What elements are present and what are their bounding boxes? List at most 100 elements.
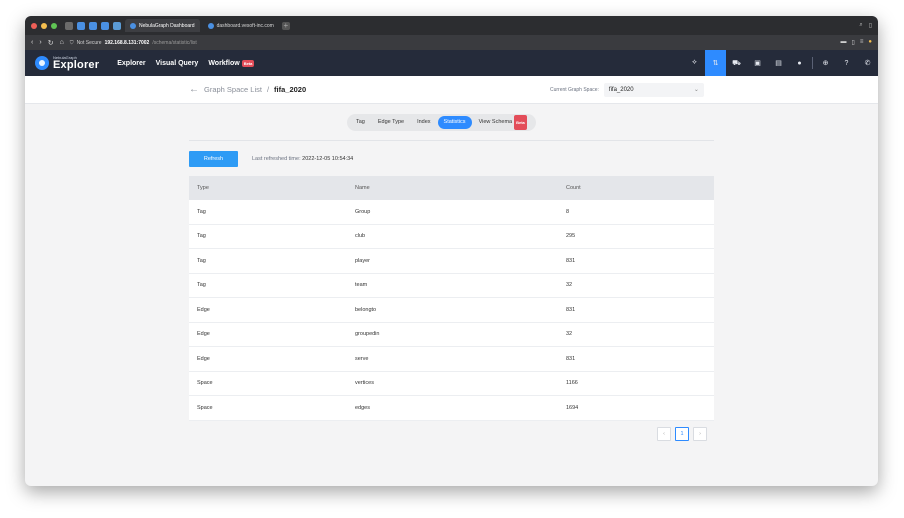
schema-icon[interactable]: ⇅ <box>705 50 726 76</box>
cell-type: Tag <box>197 257 206 264</box>
browser-tab[interactable]: NebulaGraph Dashboard <box>125 19 200 32</box>
space-selector-label: Current Graph Space: <box>550 86 599 93</box>
language-icon[interactable]: ⊕ <box>815 50 836 76</box>
url-host: 192.168.8.131:7002 <box>104 39 150 46</box>
table-row: Tag team 32 <box>189 273 714 298</box>
tab-index[interactable]: Index <box>411 116 436 129</box>
space-select-value: fifa_2020 <box>608 86 634 93</box>
cell-count: 8 <box>566 208 570 215</box>
pinned-tab-icon[interactable] <box>101 21 109 30</box>
browser-tab[interactable]: dashboard.vesoft-inc.com <box>203 19 279 32</box>
extension-icon[interactable]: ● <box>868 39 872 46</box>
cell-type: Edge <box>197 355 210 362</box>
new-tab-button[interactable]: + <box>281 21 290 30</box>
nav-workflow[interactable]: Workflow Beta <box>208 59 255 67</box>
tab-statistics[interactable]: Statistics <box>437 116 472 129</box>
nav-explorer-label: Explorer <box>117 59 146 67</box>
tab-edge-type[interactable]: Edge Type <box>372 116 410 129</box>
column-header-name: Name <box>355 185 370 191</box>
cell-name: edges <box>355 404 370 411</box>
table-row: Tag Group 8 <box>189 200 714 225</box>
statistics-table: Type Name Count Tag Group 8 Tag club 295 Tag… <box>189 176 714 421</box>
forward-arrow-icon[interactable]: › <box>39 39 41 46</box>
app-header: NebulaGraph Explorer Explorer Visual Que… <box>25 50 878 76</box>
close-window-button[interactable] <box>31 22 37 29</box>
disconnect-icon[interactable]: ✆ <box>857 50 878 76</box>
beta-badge: Beta <box>514 115 527 130</box>
last-refreshed: Last refreshed time: 2022-12-05 10:54:34 <box>252 156 353 162</box>
column-header-type: Type <box>197 185 209 191</box>
app-logo[interactable]: NebulaGraph Explorer <box>35 55 100 71</box>
template-icon[interactable]: ▣ <box>747 50 768 76</box>
top-nav: Explorer Visual Query Workflow Beta <box>117 59 255 67</box>
cell-name: belongto <box>355 306 377 313</box>
pagination: ‹ 1 › <box>657 427 707 441</box>
cell-name: serve <box>355 355 369 362</box>
tab-strip-controls: ⌕ ▯ <box>859 22 872 29</box>
pinned-tab-icon[interactable] <box>77 21 85 30</box>
cell-type: Space <box>197 404 213 411</box>
back-arrow-icon[interactable]: ← <box>189 84 199 95</box>
home-icon[interactable]: ⌂ <box>60 39 64 46</box>
cell-count: 32 <box>566 331 573 338</box>
maximize-window-button[interactable] <box>51 22 57 29</box>
cell-count: 831 <box>566 355 576 362</box>
refresh-button[interactable]: Refresh <box>189 151 238 167</box>
reading-mode-icon[interactable]: ▯ <box>852 39 855 46</box>
tab-view-schema-label: View Schema <box>478 119 513 125</box>
breadcrumb: ← Graph Space List / fifa_2020 <box>189 84 306 95</box>
task-icon[interactable]: ● <box>789 50 810 76</box>
cell-count: 1166 <box>566 380 578 387</box>
table-row: Space edges 1694 <box>189 396 714 421</box>
cell-type: Edge <box>197 331 210 338</box>
cell-type: Edge <box>197 306 210 313</box>
browser-tab-label: NebulaGraph Dashboard <box>139 22 195 29</box>
tab-favicon-icon <box>207 22 214 29</box>
breadcrumb-bar: ← Graph Space List / fifa_2020 Current G… <box>25 76 878 104</box>
tab-tag-label: Tag <box>356 119 365 125</box>
pinned-tab-icon[interactable] <box>113 21 121 30</box>
tab-tag[interactable]: Tag <box>350 116 371 129</box>
next-page-button[interactable]: › <box>693 427 707 441</box>
nebula-logo-icon <box>35 56 49 70</box>
shield-icon: ⛉ <box>69 39 74 46</box>
page-button-current[interactable]: 1 <box>675 427 689 441</box>
menu-icon[interactable]: ≡ <box>860 39 864 46</box>
pinned-tab-icon[interactable] <box>65 21 73 30</box>
cell-type: Space <box>197 380 213 387</box>
logo-title: Explorer <box>53 58 100 71</box>
tab-statistics-label: Statistics <box>443 119 466 125</box>
breadcrumb-link[interactable]: Graph Space List <box>204 85 262 94</box>
nav-explorer[interactable]: Explorer <box>117 60 145 67</box>
prev-page-button[interactable]: ‹ <box>657 427 671 441</box>
downloads-icon[interactable]: ▯ <box>869 22 872 29</box>
table-row: Space vertices 1166 <box>189 371 714 396</box>
url-field[interactable]: ⛉ Not Secure 192.168.8.131:7002/schema/s… <box>70 40 197 46</box>
minimize-window-button[interactable] <box>41 22 47 29</box>
address-bar: ‹ › ↻ ⌂ ⛉ Not Secure 192.168.8.131:7002/… <box>25 35 878 50</box>
table-header: Type Name Count <box>189 176 714 200</box>
security-status: Not Secure <box>76 39 102 46</box>
reload-icon[interactable]: ↻ <box>48 39 54 47</box>
nav-visual-query-label: Visual Query <box>155 59 199 67</box>
console-icon[interactable]: ⟡ <box>684 50 705 76</box>
pinned-tab-icon[interactable] <box>89 21 97 30</box>
import-icon[interactable]: ⛟ <box>726 50 747 76</box>
chevron-down-icon: ⌄ <box>693 87 699 93</box>
cell-count: 1694 <box>566 404 579 411</box>
sketch-icon[interactable]: ▤ <box>768 50 789 76</box>
nav-visual-query[interactable]: Visual Query <box>156 60 199 67</box>
browser-tab-strip: NebulaGraph Dashboard dashboard.vesoft-i… <box>25 16 878 35</box>
help-icon[interactable]: ? <box>836 50 857 76</box>
tab-search-icon[interactable]: ⌕ <box>859 22 862 29</box>
cell-count: 32 <box>566 282 573 289</box>
cell-name: vertices <box>355 380 374 387</box>
space-selector: Current Graph Space: fifa_2020 ⌄ <box>550 82 704 97</box>
table-row: Tag club 295 <box>189 224 714 249</box>
tab-view-schema[interactable]: View Schema Beta <box>473 115 533 130</box>
cell-type: Tag <box>197 282 206 289</box>
space-select[interactable]: fifa_2020 ⌄ <box>603 82 704 97</box>
window-controls <box>31 22 57 29</box>
cell-count: 831 <box>566 257 576 264</box>
back-arrow-icon[interactable]: ‹ <box>31 39 33 46</box>
